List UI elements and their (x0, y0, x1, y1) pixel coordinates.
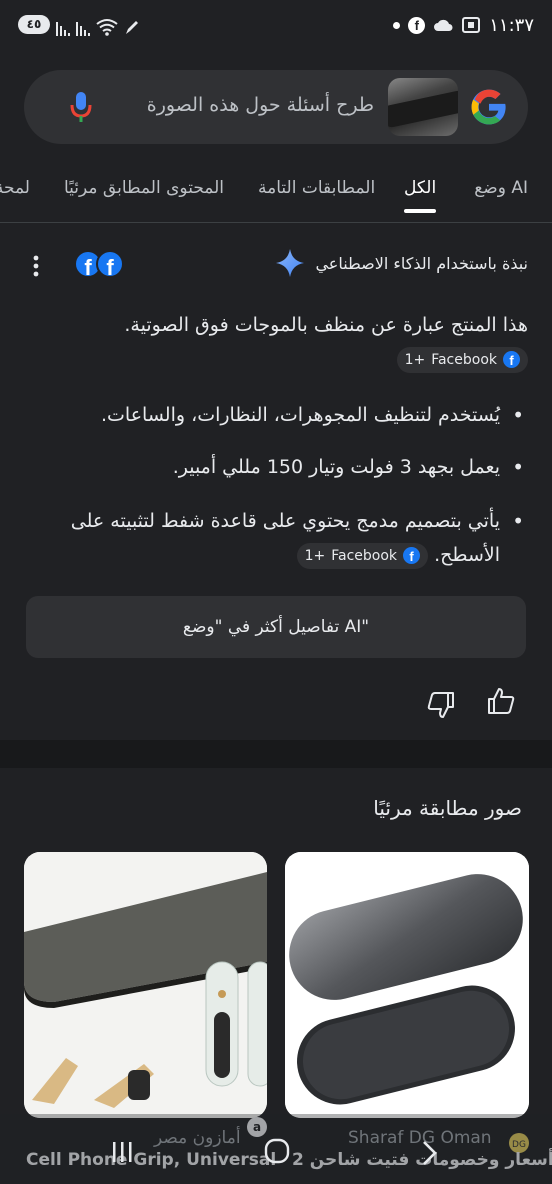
active-tab-indicator (404, 209, 436, 213)
facebook-icon: f (408, 16, 426, 34)
chip-label: Facebook (431, 351, 497, 368)
ai-mode-details-button[interactable]: تفاصيل أكثر في "وضع AI" (26, 596, 526, 658)
chip-count: 1+ (404, 351, 426, 368)
screen-capture-icon (462, 17, 481, 33)
tab-exact-matches[interactable]: المطابقات التامة (258, 178, 375, 198)
battery-indicator: ٤٥ (18, 15, 50, 34)
bullet-text: يعمل بجهد 3 فولت وتيار 150 مللي أمبير. (172, 456, 500, 478)
facebook-icon: f (96, 250, 124, 280)
source-favicons[interactable]: f f (74, 250, 124, 280)
visual-matches-title: صور مطابقة مرئيًا (373, 796, 522, 820)
source-chip[interactable]: 1+ Facebook f (296, 542, 429, 569)
result-card-image[interactable] (285, 852, 529, 1118)
thumbs-down-icon[interactable] (426, 690, 456, 720)
filter-tabs: وضع AI الكل المطابقات التامة المحتوى الم… (0, 168, 552, 216)
tab-visual-matches[interactable]: المحتوى المطابق مرئيًا (64, 178, 224, 198)
query-image-thumbnail[interactable] (388, 78, 458, 136)
divider (0, 222, 552, 223)
source-chip[interactable]: 1+ Facebook f (396, 346, 528, 373)
bullet-text: يأتي بتصميم مدمج يحتوي على قاعدة شفط لتث… (70, 510, 500, 566)
more-options-icon[interactable] (30, 254, 42, 278)
sparkle-icon (276, 249, 305, 277)
ai-overview-header: نبذة باستخدام الذكاء الاصطناعي (275, 248, 528, 278)
thumbs-up-icon[interactable] (486, 686, 516, 716)
search-input[interactable]: طرح أسئلة حول هذه الصورة (147, 94, 374, 116)
home-icon[interactable] (264, 1138, 290, 1164)
ai-overview-title: نبذة باستخدام الذكاء الاصطناعي (315, 253, 528, 273)
wifi-icon (96, 19, 118, 36)
recent-apps-icon[interactable] (110, 1140, 134, 1164)
section-separator (0, 740, 552, 768)
tab-ai-mode[interactable]: وضع AI (474, 178, 528, 198)
facebook-icon: f (503, 351, 520, 368)
bullet-item: يُستخدم لتنظيف المجوهرات، النظارات، والس… (28, 398, 528, 432)
signal-icon (76, 18, 90, 36)
status-bar: ٤٥ f ١١:٣٧ (0, 0, 552, 52)
tab-all[interactable]: الكل (404, 178, 436, 198)
phone-grip-image (24, 852, 267, 1118)
wireless-charger-image (285, 852, 529, 1118)
status-icons-right: f ١١:٣٧ (393, 12, 534, 38)
status-icons (56, 14, 140, 36)
bullet-item: يعمل بجهد 3 فولت وتيار 150 مللي أمبير. (28, 450, 528, 484)
back-icon[interactable] (420, 1140, 438, 1166)
chip-count: 1+ (304, 547, 326, 564)
bullet-item: يأتي بتصميم مدمج يحتوي على قاعدة شفط لتث… (28, 504, 528, 572)
result-card-image[interactable] (24, 852, 267, 1118)
intro-text: هذا المنتج عبارة عن منظف بالموجات فوق ال… (124, 314, 528, 336)
signal-icon (56, 18, 70, 36)
cloud-icon (434, 19, 453, 31)
search-bar[interactable]: طرح أسئلة حول هذه الصورة (24, 70, 528, 144)
facebook-icon: f (403, 547, 421, 564)
bullet-text: يُستخدم لتنظيف المجوهرات، النظارات، والس… (101, 404, 500, 426)
google-logo-icon[interactable] (470, 88, 508, 126)
pen-icon (126, 21, 138, 34)
chip-label: Facebook (331, 547, 398, 564)
ai-overview-intro: هذا المنتج عبارة عن منظف بالموجات فوق ال… (28, 308, 528, 376)
microphone-icon[interactable] (70, 90, 92, 124)
clock: ١١:٣٧ (489, 14, 534, 36)
notification-dot-icon (393, 21, 401, 29)
tab-about[interactable]: لمحة (0, 178, 30, 198)
